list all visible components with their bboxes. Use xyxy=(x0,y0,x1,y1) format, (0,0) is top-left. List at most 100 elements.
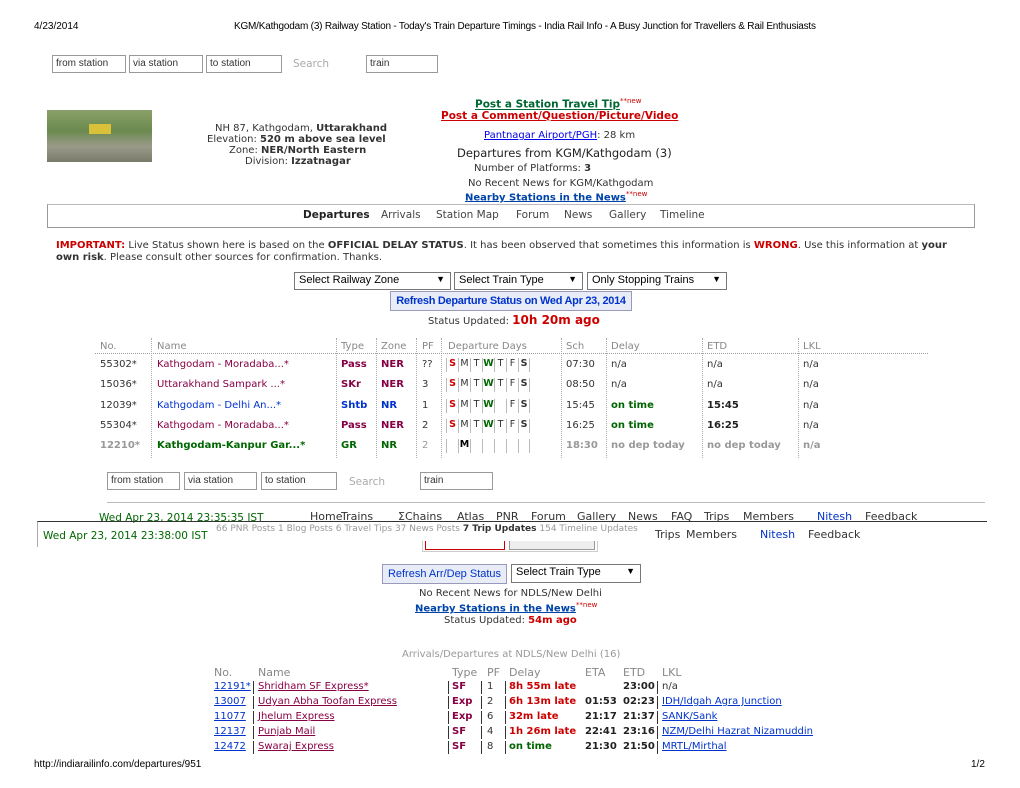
from-station-input-bottom[interactable]: from station xyxy=(107,472,180,490)
from-station-input[interactable]: from station xyxy=(52,55,126,73)
scheduled-time: 08:50 xyxy=(566,379,595,390)
train-name-link[interactable]: Kathgodam - Delhi An...* xyxy=(157,400,281,411)
nav-feedback-2[interactable]: Feedback xyxy=(808,528,860,541)
nav-faq[interactable]: FAQ xyxy=(671,510,692,523)
ndls-train-type-select[interactable]: Select Train Type ▼ xyxy=(511,564,641,583)
ndls-train-name[interactable]: Jhelum Express xyxy=(258,711,335,722)
nav-feedback[interactable]: Feedback xyxy=(865,510,917,523)
nav-atlas[interactable]: Atlas xyxy=(457,510,484,523)
departure-day: S xyxy=(446,399,458,413)
nav-forum[interactable]: Forum xyxy=(531,510,566,523)
ndls-lkl[interactable]: SANK/Sank xyxy=(662,711,717,722)
train-name-link[interactable]: Uttarakhand Sampark ...* xyxy=(157,379,285,390)
tab-timeline[interactable]: Timeline xyxy=(660,209,705,221)
ndls-train-type: SF xyxy=(452,726,467,737)
tab-news[interactable]: News xyxy=(564,209,592,221)
ndls-train-name[interactable]: Shridham SF Express* xyxy=(258,681,369,692)
print-title: KGM/Kathgodam (3) Railway Station - Toda… xyxy=(234,21,816,32)
lkl-station: n/a xyxy=(803,420,819,431)
nav-trains[interactable]: Trains xyxy=(341,510,373,523)
via-station-input-bottom[interactable]: via station xyxy=(184,472,257,490)
nav-chains[interactable]: ΣChains xyxy=(398,510,442,523)
platform-number: 2 xyxy=(422,440,429,451)
train-name-link[interactable]: Kathgodam - Moradaba...* xyxy=(157,420,289,431)
ndls-train-number[interactable]: 13007 xyxy=(214,696,246,707)
delay-status: on time xyxy=(611,420,654,431)
refresh-departure-button[interactable]: Refresh Departure Status on Wed Apr 23, … xyxy=(390,291,632,311)
train-name-link[interactable]: Kathgodam-Kanpur Gar...* xyxy=(157,440,305,451)
railway-zone-select[interactable]: Select Railway Zone ▼ xyxy=(294,272,451,290)
train-type: SKr xyxy=(341,379,361,390)
ndls-train-number[interactable]: 12137 xyxy=(214,726,246,737)
col-header-name: Name xyxy=(157,341,187,352)
ndls-lkl[interactable]: MRTL/Mirthal xyxy=(662,741,727,752)
ndls-platform: 8 xyxy=(487,741,494,752)
ndls-train-number[interactable]: 12191* xyxy=(214,681,251,692)
important-notice: IMPORTANT: Live Status shown here is bas… xyxy=(56,240,947,263)
via-station-input[interactable]: via station xyxy=(129,55,203,73)
nav-trips-2[interactable]: Trips xyxy=(655,528,680,541)
tab-arrivals[interactable]: Arrivals xyxy=(381,209,421,221)
nav-user[interactable]: Nitesh xyxy=(817,510,852,523)
post-comment-link[interactable]: Post a Comment/Question/Picture/Video xyxy=(441,110,678,122)
nav-trips[interactable]: Trips xyxy=(704,510,729,523)
ndls-eta: 21:17 xyxy=(585,711,617,722)
nav-user-2[interactable]: Nitesh xyxy=(760,528,795,541)
tab-departures[interactable]: Departures xyxy=(303,209,370,221)
train-input[interactable]: train xyxy=(366,55,438,73)
station-division: Division: Izzatnagar xyxy=(245,156,351,167)
post-tip-link[interactable]: Post a Station Travel Tip**new xyxy=(475,97,641,111)
col-header-departure-days: Departure Days xyxy=(448,341,527,352)
nav-home[interactable]: Home xyxy=(310,510,342,523)
departure-day: T xyxy=(494,378,506,392)
train-type-select[interactable]: Select Train Type ▼ xyxy=(454,272,583,290)
search-button[interactable]: Search xyxy=(293,58,329,70)
etd-time: n/a xyxy=(707,379,723,390)
ndls-train-type: Exp xyxy=(452,711,473,722)
tab-station-map[interactable]: Station Map xyxy=(436,209,499,221)
ndls-lkl: n/a xyxy=(662,681,678,692)
tab-gallery[interactable]: Gallery xyxy=(609,209,646,221)
nav-members-2[interactable]: Members xyxy=(686,528,737,541)
departure-day: M xyxy=(458,439,470,453)
departure-day: F xyxy=(506,358,518,372)
ndls-col-lkl: LKL xyxy=(662,666,682,679)
departure-day: W xyxy=(482,419,494,433)
departure-day: F xyxy=(506,419,518,433)
ndls-news: No Recent News for NDLS/New Delhi xyxy=(419,588,602,599)
hidden-tab-strip xyxy=(422,541,598,552)
search-button-bottom[interactable]: Search xyxy=(349,476,385,488)
tab-forum[interactable]: Forum xyxy=(516,209,549,221)
ndls-train-name[interactable]: Swaraj Express xyxy=(258,741,334,752)
ndls-etd: 21:50 xyxy=(623,741,655,752)
nav-members[interactable]: Members xyxy=(743,510,794,523)
etd-time: 15:45 xyxy=(707,400,739,411)
refresh-arrdep-button[interactable]: Refresh Arr/Dep Status xyxy=(382,564,507,584)
ndls-train-number[interactable]: 12472 xyxy=(214,741,246,752)
to-station-input[interactable]: to station xyxy=(206,55,282,73)
ndls-train-name[interactable]: Udyan Abha Toofan Express xyxy=(258,696,397,707)
ndls-nearby-link[interactable]: Nearby Stations in the News**new xyxy=(415,601,597,614)
ndls-lkl[interactable]: IDH/Idgah Agra Junction xyxy=(662,696,782,707)
station-zone: Zone: NER/North Eastern xyxy=(229,145,367,156)
ndls-train-number[interactable]: 11077 xyxy=(214,711,246,722)
nav-pnr[interactable]: PNR xyxy=(496,510,519,523)
platform-number: 1 xyxy=(422,400,429,411)
table-header-line xyxy=(95,353,928,354)
nearby-news-link[interactable]: Nearby Stations in the News**new xyxy=(465,190,647,203)
departure-day: F xyxy=(506,399,518,413)
departure-day: T xyxy=(494,419,506,433)
departure-day: M xyxy=(458,378,470,392)
nav-gallery[interactable]: Gallery xyxy=(577,510,616,523)
to-station-input-bottom[interactable]: to station xyxy=(261,472,337,490)
departure-day: T xyxy=(470,439,482,453)
scheduled-time: 15:45 xyxy=(566,400,595,411)
ndls-train-name[interactable]: Punjab Mail xyxy=(258,726,315,737)
stopping-trains-select[interactable]: Only Stopping Trains ▼ xyxy=(587,272,727,290)
train-input-bottom[interactable]: train xyxy=(420,472,493,490)
ndls-lkl[interactable]: NZM/Delhi Hazrat Nizamuddin xyxy=(662,726,813,737)
ndls-platform: 4 xyxy=(487,726,494,737)
nav-news[interactable]: News xyxy=(628,510,658,523)
airport-link[interactable]: Pantnagar Airport/PGH xyxy=(484,130,597,141)
train-name-link[interactable]: Kathgodam - Moradaba...* xyxy=(157,359,289,370)
